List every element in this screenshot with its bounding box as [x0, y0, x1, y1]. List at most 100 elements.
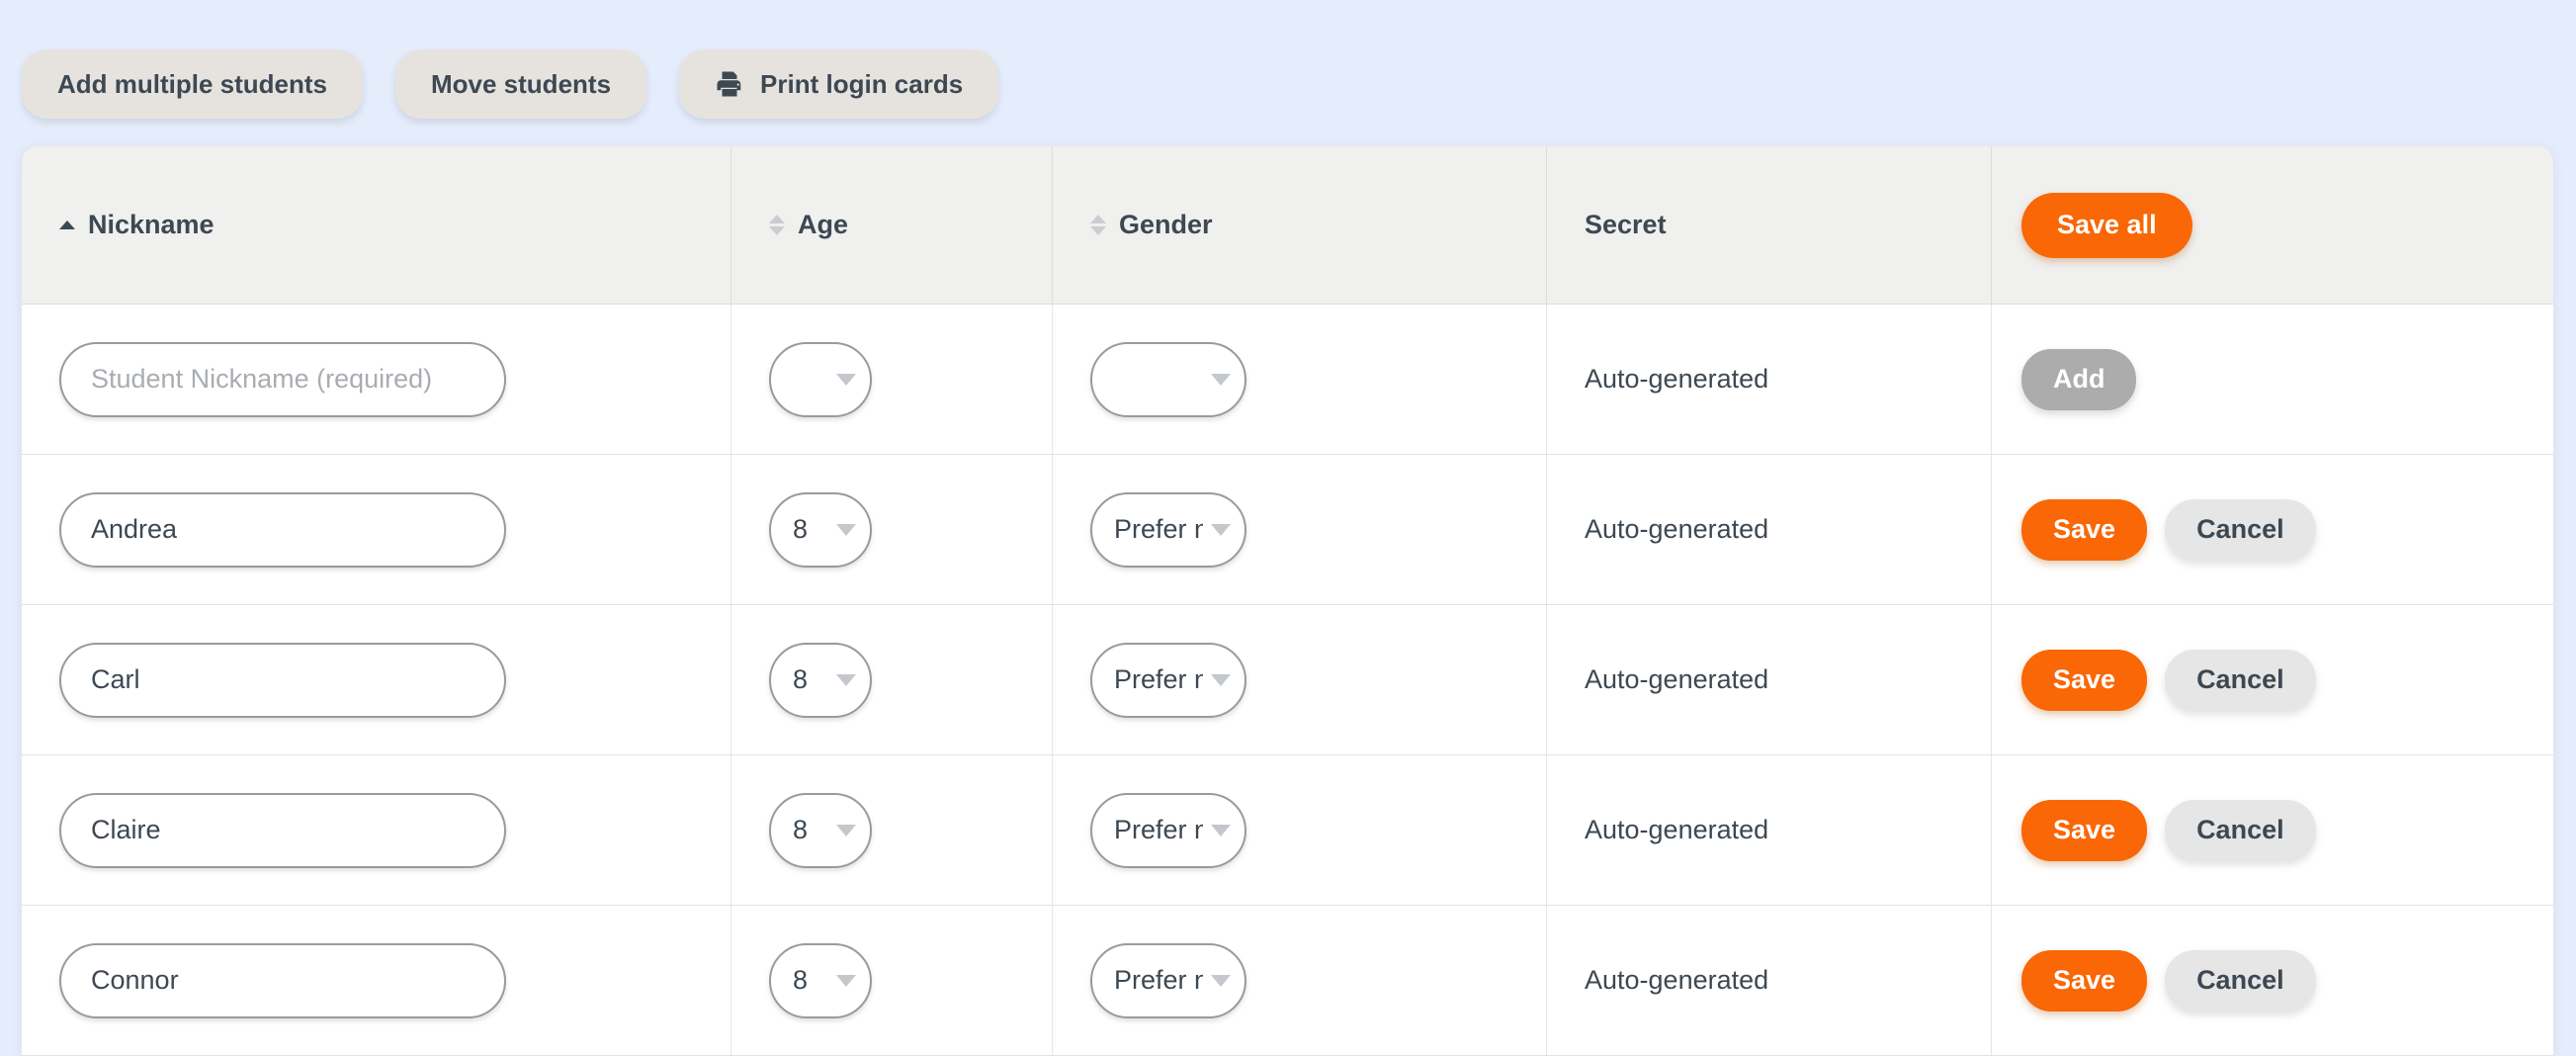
- cancel-row-label: Cancel: [2196, 815, 2284, 844]
- row-actions-cell: Save Cancel: [1992, 455, 2553, 604]
- column-header-gender-label: Gender: [1119, 210, 1213, 239]
- column-header-secret-label: Secret: [1585, 210, 1667, 239]
- column-header-nickname-label: Nickname: [88, 210, 215, 239]
- row-secret-cell: Auto-generated: [1547, 605, 1992, 754]
- new-student-actions-cell: Add: [1992, 305, 2553, 454]
- chevron-down-icon: [836, 523, 856, 536]
- cancel-row-button[interactable]: Cancel: [2165, 799, 2316, 861]
- row-gender-select[interactable]: Prefer no: [1090, 642, 1246, 718]
- new-student-nickname-cell: [22, 305, 731, 454]
- row-secret-value: Auto-generated: [1585, 664, 1769, 694]
- row-gender-cell: Prefer no: [1053, 455, 1547, 604]
- row-actions-cell: Save Cancel: [1992, 605, 2553, 754]
- table-header-row: Nickname Age Gender Secret Save all: [22, 146, 2553, 305]
- row-gender-select[interactable]: Prefer no: [1090, 491, 1246, 568]
- row-gender-value: Prefer no: [1114, 815, 1203, 844]
- row-nickname-input[interactable]: [59, 491, 506, 568]
- column-header-age-label: Age: [798, 210, 849, 239]
- save-all-button[interactable]: Save all: [2021, 192, 2192, 258]
- add-student-button[interactable]: Add: [2021, 348, 2137, 410]
- row-age-value: 8: [793, 815, 809, 844]
- row-nickname-cell: [22, 605, 731, 754]
- table-row: 8 Prefer no Auto-generated Save Cancel: [22, 605, 2553, 755]
- row-nickname-input[interactable]: [59, 942, 506, 1018]
- save-row-button[interactable]: Save: [2021, 498, 2148, 561]
- row-actions-cell: Save Cancel: [1992, 755, 2553, 905]
- row-gender-cell: Prefer no: [1053, 755, 1547, 905]
- chevron-down-icon: [836, 824, 856, 836]
- sort-ascending-icon[interactable]: [59, 220, 75, 229]
- row-secret-cell: Auto-generated: [1547, 455, 1992, 604]
- row-age-cell: 8: [731, 605, 1053, 754]
- row-gender-select[interactable]: Prefer no: [1090, 942, 1246, 1018]
- save-row-label: Save: [2053, 815, 2116, 844]
- new-student-age-select[interactable]: [769, 341, 872, 417]
- add-student-label: Add: [2053, 364, 2105, 394]
- column-header-actions: Save all: [1992, 146, 2553, 304]
- row-age-value: 8: [793, 965, 809, 995]
- row-secret-cell: Auto-generated: [1547, 755, 1992, 905]
- row-secret-value: Auto-generated: [1585, 815, 1769, 844]
- chevron-down-icon: [1211, 673, 1231, 686]
- save-all-label: Save all: [2057, 210, 2157, 239]
- table-row: 8 Prefer no Auto-generated Save Cancel: [22, 455, 2553, 605]
- row-age-value: 8: [793, 514, 809, 544]
- row-age-select[interactable]: 8: [769, 792, 872, 868]
- row-actions-cell: Save Cancel: [1992, 906, 2553, 1055]
- chevron-down-icon: [1211, 373, 1231, 386]
- printer-icon: [715, 69, 744, 99]
- save-row-button[interactable]: Save: [2021, 949, 2148, 1012]
- sort-toggle-icon[interactable]: [769, 215, 785, 235]
- column-header-gender[interactable]: Gender: [1053, 146, 1547, 304]
- add-multiple-students-button[interactable]: Add multiple students: [22, 49, 363, 119]
- row-nickname-cell: [22, 755, 731, 905]
- column-header-secret: Secret: [1547, 146, 1992, 304]
- chevron-down-icon: [836, 673, 856, 686]
- row-age-cell: 8: [731, 755, 1053, 905]
- row-secret-cell: Auto-generated: [1547, 906, 1992, 1055]
- new-student-secret-value: Auto-generated: [1585, 364, 1769, 394]
- sort-toggle-icon[interactable]: [1090, 215, 1106, 235]
- row-age-select[interactable]: 8: [769, 942, 872, 1018]
- row-age-cell: 8: [731, 455, 1053, 604]
- row-age-select[interactable]: 8: [769, 642, 872, 718]
- save-row-button[interactable]: Save: [2021, 799, 2148, 861]
- save-row-label: Save: [2053, 965, 2116, 995]
- new-student-nickname-input[interactable]: [59, 341, 506, 417]
- chevron-down-icon: [1211, 824, 1231, 836]
- save-row-label: Save: [2053, 514, 2116, 544]
- row-secret-value: Auto-generated: [1585, 514, 1769, 544]
- cancel-row-button[interactable]: Cancel: [2165, 498, 2316, 561]
- row-nickname-cell: [22, 906, 731, 1055]
- row-gender-cell: Prefer no: [1053, 605, 1547, 754]
- new-student-age-cell: [731, 305, 1053, 454]
- cancel-row-button[interactable]: Cancel: [2165, 949, 2316, 1012]
- row-age-value: 8: [793, 664, 809, 694]
- cancel-row-label: Cancel: [2196, 664, 2284, 694]
- column-header-nickname[interactable]: Nickname: [22, 146, 731, 304]
- cancel-row-button[interactable]: Cancel: [2165, 649, 2316, 711]
- row-nickname-input[interactable]: [59, 642, 506, 718]
- new-student-secret-cell: Auto-generated: [1547, 305, 1992, 454]
- table-row: 8 Prefer no Auto-generated Save Cancel: [22, 906, 2553, 1056]
- print-login-cards-label: Print login cards: [760, 68, 964, 99]
- row-gender-select[interactable]: Prefer no: [1090, 792, 1246, 868]
- chevron-down-icon: [1211, 523, 1231, 536]
- row-gender-cell: Prefer no: [1053, 906, 1547, 1055]
- table-row: 8 Prefer no Auto-generated Save Cancel: [22, 755, 2553, 906]
- save-row-button[interactable]: Save: [2021, 649, 2148, 711]
- print-login-cards-button[interactable]: Print login cards: [679, 49, 999, 119]
- column-header-age[interactable]: Age: [731, 146, 1053, 304]
- toolbar: Add multiple students Move students Prin…: [0, 0, 2576, 146]
- save-row-label: Save: [2053, 664, 2116, 694]
- move-students-button[interactable]: Move students: [395, 49, 647, 119]
- new-student-gender-cell: [1053, 305, 1547, 454]
- new-student-gender-select[interactable]: [1090, 341, 1246, 417]
- row-nickname-input[interactable]: [59, 792, 506, 868]
- row-age-cell: 8: [731, 906, 1053, 1055]
- chevron-down-icon: [836, 373, 856, 386]
- row-age-select[interactable]: 8: [769, 491, 872, 568]
- chevron-down-icon: [1211, 974, 1231, 987]
- cancel-row-label: Cancel: [2196, 514, 2284, 544]
- new-student-row: Auto-generated Add: [22, 305, 2553, 455]
